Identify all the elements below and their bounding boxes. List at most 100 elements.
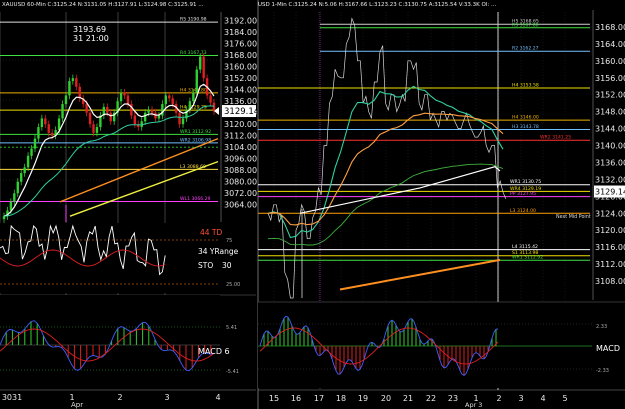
left-bar-body	[209, 95, 212, 103]
right-price-tick-15: 3108.00	[595, 277, 625, 286]
right-time-tick-10: 2	[496, 394, 501, 403]
left-price-tick-9: 3120.00	[224, 120, 257, 129]
left-bar-body	[92, 124, 95, 133]
left-bar-body	[164, 95, 168, 105]
left-bar-body	[147, 109, 150, 113]
left-price-tick-12: 3096.00	[224, 155, 257, 164]
left-last-price: 3129.14	[224, 107, 259, 117]
left-bar-body	[30, 148, 33, 156]
stoch-tick-lower: 25.00	[226, 282, 240, 288]
right-level-label-1: R3 3167.80	[512, 22, 539, 28]
right-time-tick-13: 5	[562, 394, 567, 403]
right-level-label-10: L3 3124.00	[510, 208, 536, 214]
left-bar-body	[95, 127, 99, 133]
right-price-axis: 3168.00 3164.00 3160.00 3156.00 3152.00 3148.…	[592, 10, 625, 302]
left-bar-body	[133, 115, 137, 125]
left-bar-body	[171, 98, 174, 105]
right-macd-tick-upper: 2.33	[596, 324, 607, 330]
right-time-tick-6: 21	[403, 394, 413, 403]
left-level-label-4: WR1 3112.92	[180, 129, 211, 135]
left-level-label-0: R5 3190.98	[180, 17, 207, 23]
left-price-tick-0: 3192.00	[224, 17, 257, 26]
right-level-label-11: L4 3115.42	[512, 244, 538, 250]
left-bar-body	[178, 112, 181, 125]
right-price-tick-9: 3132.00	[595, 175, 625, 184]
left-bar-body	[168, 95, 171, 99]
left-price-tick-13: 3088.00	[224, 166, 257, 175]
next-mid-point-annotation: Next Mid Point	[556, 214, 591, 220]
right-price-tick-14: 3112.00	[595, 260, 625, 269]
left-bar-body	[57, 118, 61, 130]
right-time-tick-7: 22	[426, 394, 436, 403]
left-bar-body	[20, 173, 23, 182]
right-price-tick-12: 3120.00	[595, 226, 625, 235]
left-price-tick-3: 3168.00	[224, 51, 257, 60]
left-price-tick-4: 3160.00	[224, 63, 257, 72]
right-time-tick-12: 4	[540, 394, 545, 403]
left-bar-body	[199, 56, 202, 70]
left-price-tick-16: 3064.00	[224, 201, 257, 210]
left-bar-body	[68, 81, 71, 96]
right-price-tick-0: 3168.00	[595, 23, 625, 32]
right-price-tick-8: 3136.00	[595, 158, 625, 167]
left-bar-body	[9, 201, 13, 211]
left-price-tick-10: 3112.00	[224, 132, 257, 141]
right-level-label-4: H4 3146.00	[512, 115, 539, 121]
left-chart-title: XAUUSD 60-Min C:3125.24 N:3131.05 H:3127…	[2, 2, 204, 8]
left-bar-body	[50, 132, 54, 136]
left-time-tick-3: 3	[164, 393, 169, 402]
left-bar-body	[195, 69, 198, 93]
left-bar-body	[143, 112, 147, 122]
left-bar-body	[44, 118, 47, 125]
right-time-tick-1: 16	[291, 394, 301, 403]
left-bar-body	[181, 118, 185, 125]
left-chart-panel: R5 3190.98R4 3167.73H4 3141.80H4 3129.79…	[0, 0, 259, 409]
left-bar-body	[109, 112, 112, 122]
left-bar-body	[64, 95, 68, 105]
left-bar-body	[40, 118, 44, 128]
left-level-label-7: WL1 3066.29	[180, 196, 211, 202]
trading-workspace: { "chart_data": [ { "id": "left", "type"…	[0, 0, 625, 409]
left-price-tick-5: 3152.00	[224, 74, 257, 83]
right-level-label-7: WR1 3130.75	[510, 179, 541, 185]
right-level-label-9: PP 3127.95	[510, 191, 536, 197]
right-time-tick-0: 15	[269, 394, 279, 403]
left-bar-body	[192, 92, 195, 102]
left-bar-body	[26, 155, 30, 168]
left-bar-body	[13, 193, 16, 202]
left-macd-pane	[0, 295, 220, 390]
right-price-tick-11: 3124.00	[595, 209, 625, 218]
stoch-tick-upper: 75	[226, 238, 232, 244]
right-time-tick-4: 19	[358, 394, 368, 403]
left-bar-body	[88, 112, 92, 125]
left-price-axis: 3192.00 3184.00 3176.00 3168.00 3160.00 3152.…	[214, 12, 259, 224]
left-bar-body	[37, 127, 40, 139]
left-time-sublabel: Apr	[71, 401, 83, 409]
left-bar-body	[157, 115, 161, 119]
stoch-label-top: 44 TD	[200, 228, 223, 237]
right-time-tick-8: 23	[448, 394, 458, 403]
left-macd-tick-lower: -5.41	[226, 369, 239, 375]
left-bar-body	[47, 124, 50, 133]
left-time-tick-4: 4	[215, 393, 220, 402]
left-bar-body	[119, 92, 123, 102]
left-price-tick-15: 3072.00	[224, 189, 257, 198]
right-price-tick-3: 3156.00	[595, 74, 625, 83]
left-time-tick-0: 3031	[2, 393, 22, 402]
left-bar-body	[202, 56, 205, 79]
left-bar-body	[85, 104, 88, 113]
left-bar-body	[23, 167, 26, 174]
left-bar-body	[123, 92, 126, 96]
right-chart-panel: H5 3168.65R3 3167.80R2 3162.27H4 3153.58…	[257, 0, 625, 409]
right-level-label-2: R2 3162.27	[512, 46, 539, 52]
right-price-tick-1: 3164.00	[595, 40, 625, 49]
left-macd-label: MACD 6	[198, 347, 230, 356]
left-bar-body	[71, 78, 75, 82]
left-price-tick-14: 3080.00	[224, 178, 257, 187]
left-bar-body	[2, 216, 6, 220]
left-cursor-price: 3193.69	[73, 25, 106, 34]
chart-canvas: R5 3190.98R4 3167.73H4 3141.80H4 3129.79…	[0, 0, 625, 409]
left-cursor-time: 31 21:00	[73, 34, 109, 43]
left-bar-body	[33, 138, 37, 149]
right-time-tick-2: 17	[314, 394, 324, 403]
